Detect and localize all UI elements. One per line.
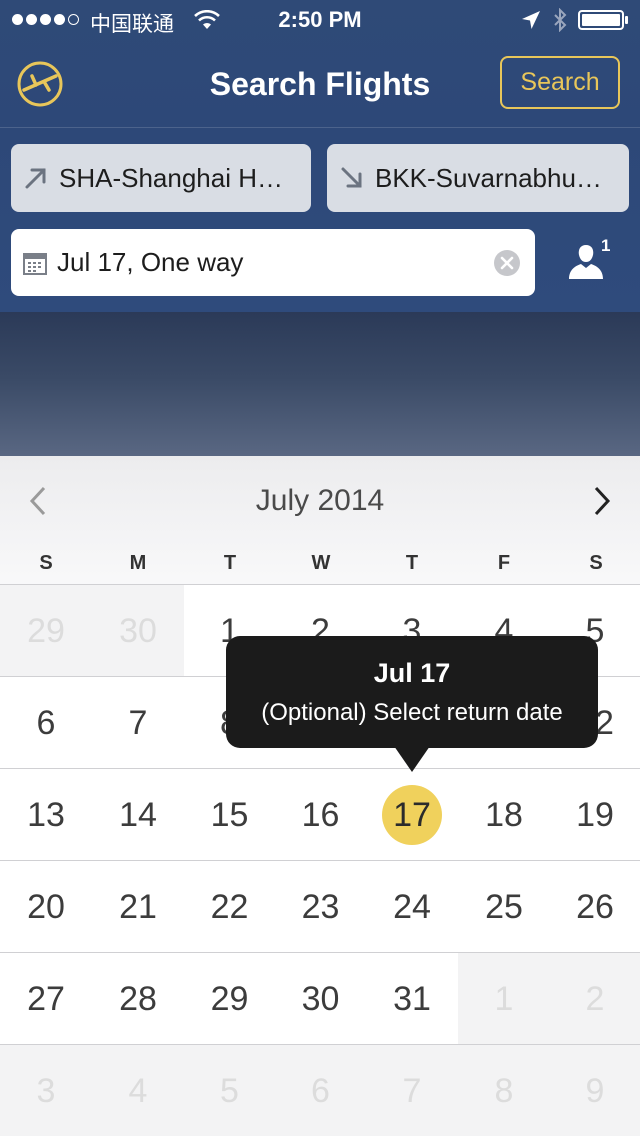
background-image: [0, 312, 640, 458]
bluetooth-icon: [554, 8, 567, 32]
day-cell[interactable]: 28: [92, 953, 184, 1045]
day-cell[interactable]: 23: [275, 861, 366, 953]
date-value: Jul 17, One way: [57, 247, 244, 277]
day-cell[interactable]: 19: [550, 769, 640, 861]
arrival-arrow-icon: [341, 167, 362, 188]
clock: 2:50 PM: [278, 7, 362, 32]
day-cell: 7: [366, 1045, 458, 1136]
departure-arrow-icon: [25, 168, 46, 189]
calendar-week-row: 3456789: [0, 1044, 640, 1136]
day-cell[interactable]: 20: [0, 861, 92, 953]
date-field[interactable]: Jul 17, One way: [11, 229, 535, 296]
selected-day-marker: 17: [382, 785, 442, 845]
day-cell: 29: [0, 585, 92, 677]
status-bar: 中国联通 2:50 PM: [0, 0, 640, 40]
day-cell: 1: [458, 953, 550, 1045]
day-cell: 2: [550, 953, 640, 1045]
selected-day-cell[interactable]: 17: [366, 769, 458, 861]
calendar-icon: [23, 252, 47, 275]
day-cell[interactable]: 30: [275, 953, 366, 1045]
calendar-week-row: 27 28 29 30 31 1 2: [0, 952, 640, 1045]
day-cell[interactable]: 27: [0, 953, 92, 1045]
day-cell: 3: [0, 1045, 92, 1136]
divider: [0, 127, 640, 128]
calendar-week-row: 13 14 15 16 17 18 19: [0, 768, 640, 861]
weekday-label: T: [405, 552, 419, 574]
clear-icon[interactable]: [493, 249, 521, 277]
day-cell[interactable]: 13: [0, 769, 92, 861]
day-cell[interactable]: 22: [184, 861, 275, 953]
battery-icon: [578, 10, 628, 30]
weekday-label: S: [39, 552, 53, 574]
arrival-airport-field[interactable]: BKK-Suvarnabhu…: [327, 144, 629, 212]
day-cell[interactable]: 6: [0, 677, 92, 769]
month-title: July 2014: [255, 484, 385, 517]
departure-airport-field[interactable]: SHA-Shanghai H…: [11, 144, 311, 212]
day-cell: 8: [458, 1045, 550, 1136]
day-cell: 6: [275, 1045, 366, 1136]
day-cell[interactable]: 15: [184, 769, 275, 861]
day-cell[interactable]: 25: [458, 861, 550, 953]
day-cell[interactable]: 26: [550, 861, 640, 953]
arrival-airport-label: BKK-Suvarnabhu…: [375, 162, 602, 193]
day-cell: 30: [92, 585, 184, 677]
tooltip-subtitle: (Optional) Select return date: [261, 699, 563, 726]
departure-airport-label: SHA-Shanghai H…: [59, 162, 283, 193]
day-cell[interactable]: 31: [366, 953, 458, 1045]
calendar-week-row: 20 21 22 23 24 25 26: [0, 860, 640, 953]
passenger-count: 1: [601, 236, 611, 255]
chevron-right-icon[interactable]: [590, 484, 614, 518]
search-button[interactable]: Search: [500, 56, 620, 109]
day-cell[interactable]: 14: [92, 769, 184, 861]
calendar: July 2014 293012345678910111213141516171…: [0, 456, 640, 1136]
weekday-label: W: [311, 552, 331, 574]
location-arrow-icon: [522, 11, 540, 29]
day-cell[interactable]: 21: [92, 861, 184, 953]
day-cell[interactable]: 7: [92, 677, 184, 769]
day-cell[interactable]: 16: [275, 769, 366, 861]
day-cell: 4: [92, 1045, 184, 1136]
day-cell[interactable]: 29: [184, 953, 275, 1045]
day-cell[interactable]: 18: [458, 769, 550, 861]
weekday-label: M: [129, 552, 147, 574]
weekday-label: S: [589, 552, 603, 574]
return-date-tooltip: Jul 17 (Optional) Select return date: [226, 636, 598, 772]
passenger-icon[interactable]: [567, 243, 605, 279]
weekday-label: F: [497, 552, 511, 574]
tooltip-title: Jul 17: [373, 658, 451, 688]
day-cell[interactable]: 24: [366, 861, 458, 953]
day-cell: 5: [184, 1045, 275, 1136]
header-area: 中国联通 2:50 PM Search Flights Search SHA-S…: [0, 0, 640, 312]
day-cell: 9: [550, 1045, 640, 1136]
nav-bar: Search Flights Search: [0, 40, 640, 128]
weekday-label: T: [223, 552, 237, 574]
